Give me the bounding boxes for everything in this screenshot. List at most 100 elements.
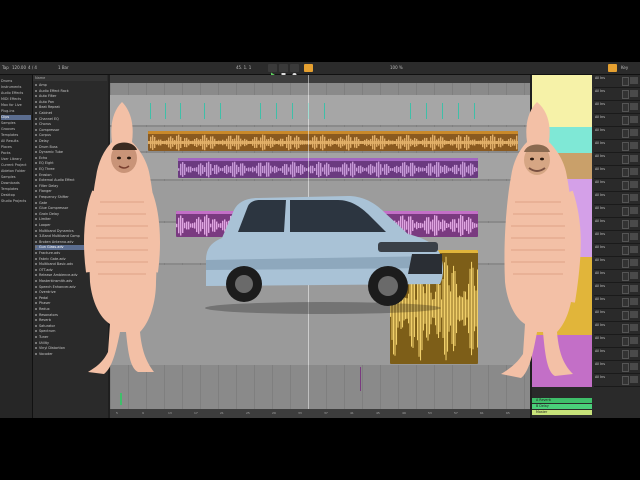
channel-monitor-button[interactable] [630,168,638,175]
mixer-channel-row[interactable]: All Ins [594,127,640,140]
channel-input-label[interactable]: All Ins [595,297,605,301]
clip-purple[interactable] [178,158,478,178]
automation-arm-button[interactable] [304,64,313,72]
tempo-field[interactable]: 120.00 [12,64,26,72]
stop-button[interactable] [279,64,288,77]
return-track-row[interactable]: Master [532,410,592,415]
mixer-channel-row[interactable]: All Ins [594,296,640,309]
channel-input-label[interactable]: All Ins [595,128,605,132]
channel-input-label[interactable]: All Ins [595,375,605,379]
browser-place-item[interactable]: Desktop [1,193,15,198]
clip-green-marker[interactable] [120,393,122,405]
browser-place-item[interactable]: Downloads [1,181,20,186]
browser-place-item[interactable]: Drums [1,79,12,84]
channel-input-label[interactable]: All Ins [595,193,605,197]
channel-input-label[interactable]: All Ins [595,349,605,353]
channel-monitor-button[interactable] [630,90,638,97]
channel-monitor-button[interactable] [630,103,638,110]
mixer-channel-row[interactable]: All Ins [594,140,640,153]
mixer-channel-row[interactable]: All Ins [594,88,640,101]
channel-input-label[interactable]: All Ins [595,141,605,145]
mixer-channel-row[interactable]: All Ins [594,114,640,127]
channel-monitor-button[interactable] [630,311,638,318]
zoom-field[interactable]: 100 % [390,64,403,72]
browser-place-item[interactable]: All Results [1,139,19,144]
time-ruler[interactable]: 5 9 13 17 21 25 29 33 37 41 45 49 53 57 61 65 [110,409,530,418]
channel-input-label[interactable]: All Ins [595,336,605,340]
channel-input-label[interactable]: All Ins [595,154,605,158]
browser-place-item[interactable]: MIDI Effects [1,97,21,102]
channel-input-label[interactable]: All Ins [595,102,605,106]
browser-place-item[interactable]: Samples [1,175,15,180]
channel-monitor-button[interactable] [630,376,638,383]
channel-monitor-button[interactable] [630,363,638,370]
channel-monitor-button[interactable] [630,129,638,136]
channel-input-label[interactable]: All Ins [595,232,605,236]
channel-monitor-button[interactable] [630,77,638,84]
mixer-channel-row[interactable]: All Ins [594,270,640,283]
mixer-channel-row[interactable]: All Ins [594,179,640,192]
return-track-row[interactable]: A Reverb [532,398,592,403]
clip-small-marker[interactable] [360,367,361,391]
channel-input-label[interactable]: All Ins [595,180,605,184]
channel-input-label[interactable]: All Ins [595,115,605,119]
browser-list-item[interactable]: Auto Filter [35,94,105,99]
channel-monitor-button[interactable] [630,181,638,188]
channel-monitor-button[interactable] [630,142,638,149]
browser-place-item[interactable]: Ableton Folder [1,169,26,174]
browser-place-item[interactable]: Plug-ins [1,109,14,114]
channel-monitor-button[interactable] [630,324,638,331]
channel-input-label[interactable]: All Ins [595,258,605,262]
mixer-channel-row[interactable]: All Ins [594,205,640,218]
mixer-channel-row[interactable]: All Ins [594,101,640,114]
channel-monitor-button[interactable] [630,337,638,344]
session-scene-block[interactable] [532,75,592,101]
browser-place-item[interactable]: Instruments [1,85,21,90]
browser-place-item[interactable]: Current Project [1,163,26,168]
browser-place-item[interactable]: User Library [1,157,22,162]
mixer-channel-row[interactable]: All Ins [594,192,640,205]
channel-input-label[interactable]: All Ins [595,271,605,275]
browser-place-item[interactable]: Audio Effects [1,91,23,96]
channel-monitor-button[interactable] [630,350,638,357]
mixer-channel-row[interactable]: All Ins [594,218,640,231]
mixer-channel-row[interactable]: All Ins [594,283,640,296]
browser-place-item[interactable]: Studio Projects [1,199,26,204]
channel-monitor-button[interactable] [630,233,638,240]
mixer-channel-row[interactable]: All Ins [594,244,640,257]
channel-input-label[interactable]: All Ins [595,89,605,93]
mixer-channel-row[interactable]: All Ins [594,322,640,335]
key-label[interactable]: Key [621,64,628,72]
quantize-field[interactable]: 1 Bar [58,64,69,72]
arrangement-ruler[interactable] [110,75,530,83]
browser-list-item[interactable]: Audio Effect Rack [35,89,105,94]
channel-monitor-button[interactable] [630,220,638,227]
mixer-channel-row[interactable]: All Ins [594,257,640,270]
browser-place-item[interactable]: Templates [1,187,18,192]
clip-orange[interactable] [148,131,518,151]
tap-button[interactable]: Tap [2,64,9,72]
mixer-channel-row[interactable]: All Ins [594,231,640,244]
channel-input-label[interactable]: All Ins [595,245,605,249]
play-button[interactable] [268,64,277,78]
mixer-channel-row[interactable]: All Ins [594,166,640,179]
mixer-channel-row[interactable]: All Ins [594,361,640,374]
browser-place-item[interactable]: Samples [1,121,15,126]
channel-monitor-button[interactable] [630,155,638,162]
channel-monitor-button[interactable] [630,298,638,305]
browser-place-item[interactable]: Max for Live [1,103,22,108]
browser-place-item[interactable]: Grooves [1,127,15,132]
browser-place-item[interactable]: Clips [1,115,31,120]
channel-monitor-button[interactable] [630,194,638,201]
channel-monitor-button[interactable] [630,259,638,266]
mixer-channel-row[interactable]: All Ins [594,348,640,361]
channel-input-label[interactable]: All Ins [595,206,605,210]
browser-place-item[interactable]: Places [1,145,12,150]
channel-input-label[interactable]: All Ins [595,76,605,80]
browser-list-header[interactable]: Name [33,75,107,81]
position-field[interactable]: 45. 1. 1 [236,64,251,72]
channel-monitor-button[interactable] [630,207,638,214]
channel-input-label[interactable]: All Ins [595,219,605,223]
mixer-channel-row[interactable]: All Ins [594,335,640,348]
browser-place-item[interactable]: Packs [1,151,11,156]
